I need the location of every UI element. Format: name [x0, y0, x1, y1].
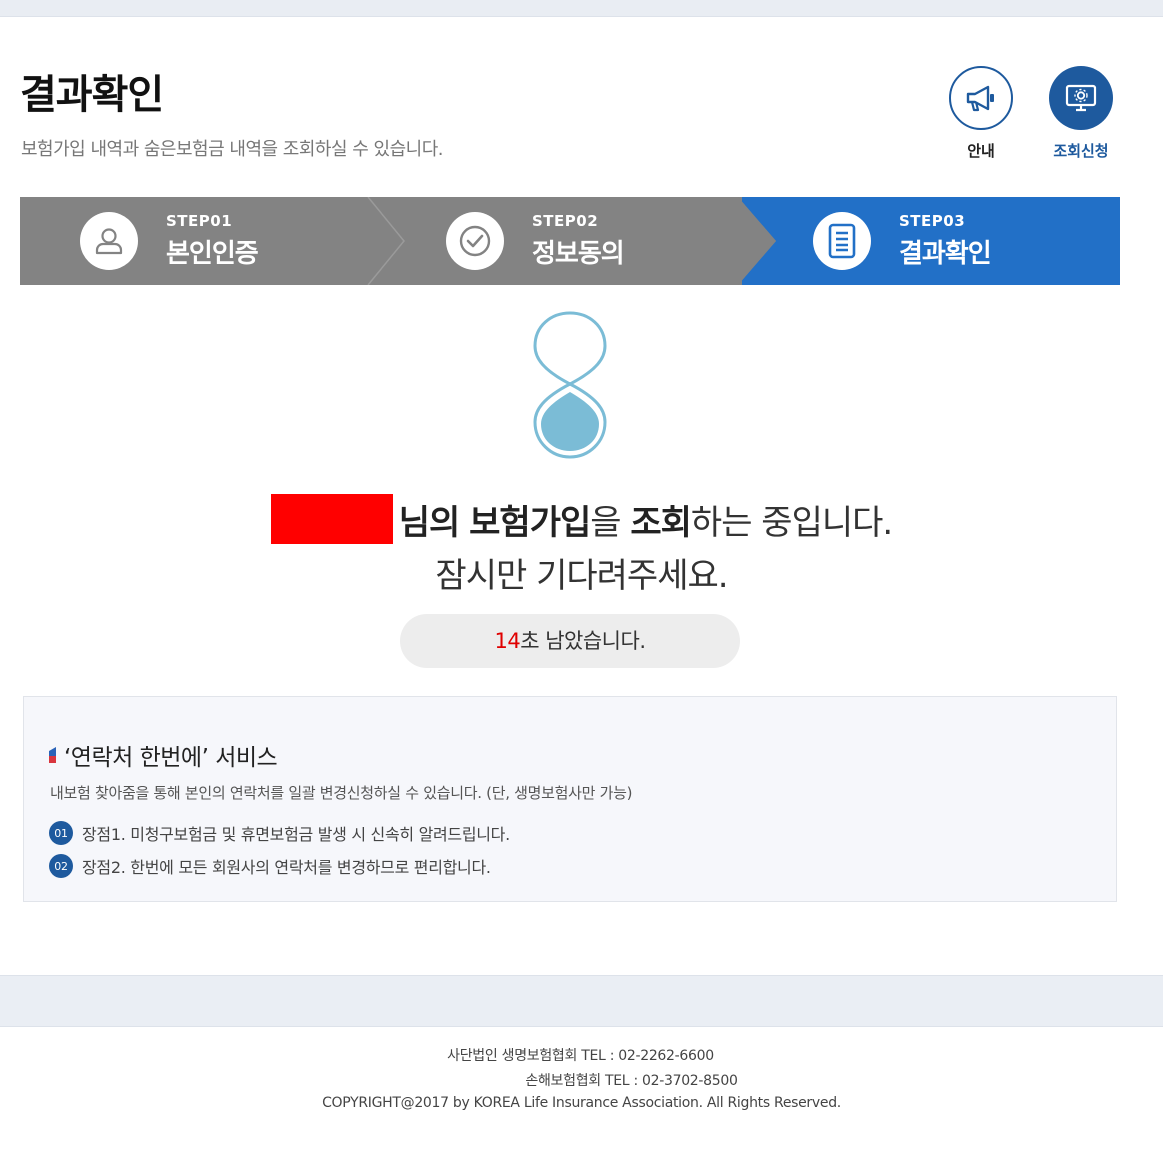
benefit-item: 02 장점2. 한번에 모든 회원사의 연락처를 변경하므로 편리합니다.	[49, 854, 491, 878]
footer-nonlife-insurance-contact: 손해보험협회 TEL : 02-3702-8500	[525, 1073, 738, 1089]
step-number: STEP03	[899, 212, 966, 230]
step-name: 정보동의	[532, 239, 625, 269]
top-bar	[0, 0, 1163, 17]
inquiry-status-message: 님의 보험가입 을 조회 하는 중입니다. 잠시만 기다려주세요.	[0, 494, 1163, 597]
step-result-confirmation: STEP03 결과확인	[813, 197, 992, 285]
benefit-item: 01 장점1. 미청구보험금 및 휴면보험금 발생 시 신속히 알려드립니다.	[49, 821, 510, 845]
redacted-user-name	[270, 494, 393, 544]
countdown-timer: 14초 남았습니다.	[400, 614, 740, 668]
benefit-text: 장점1. 미청구보험금 및 휴면보험금 발생 시 신속히 알려드립니다.	[82, 825, 510, 844]
service-title-text: ‘연락처 한번에’ 서비스	[64, 745, 278, 771]
status-in-progress: 하는 중입니다.	[690, 503, 893, 543]
page-description: 보험가입 내역과 숨은보험금 내역을 조회하실 수 있습니다.	[21, 139, 444, 160]
footer-band	[0, 975, 1163, 1027]
status-inquiry: 조회	[630, 503, 692, 543]
timer-suffix: 초 남았습니다.	[520, 629, 646, 653]
info-button[interactable]: 안내	[949, 66, 1013, 161]
user-icon	[80, 212, 138, 270]
timer-seconds: 14	[494, 629, 521, 653]
benefit-number-badge: 02	[49, 854, 73, 878]
contact-service-box: ‘연락처 한번에’ 서비스 내보험 찾아줌을 통해 본인의 연락처를 일괄 변경…	[23, 696, 1117, 902]
step-information-consent: STEP02 정보동의	[446, 197, 625, 285]
page-title: 결과확인	[20, 72, 164, 118]
status-insurance-join: 보험가입	[469, 503, 591, 543]
info-label: 안내	[967, 142, 995, 160]
service-description: 내보험 찾아줌을 통해 본인의 연락처를 일괄 변경신청하실 수 있습니다. (…	[50, 784, 633, 802]
inquiry-apply-label: 조회신청	[1053, 142, 1109, 160]
hourglass-icon	[533, 311, 607, 459]
flag-icon	[49, 747, 56, 763]
megaphone-icon	[949, 66, 1013, 130]
status-particle: 을	[590, 503, 621, 543]
service-title: ‘연락처 한번에’ 서비스	[49, 738, 278, 772]
footer-life-insurance-contact: 사단법인 생명보험협회 TEL : 02-2262-6600	[447, 1048, 714, 1064]
benefit-number-badge: 01	[49, 821, 73, 845]
step-progress-bar: STEP01 본인인증 STEP02 정보동의 STEP03 결과확인	[20, 197, 1120, 285]
name-suffix: 님의	[398, 503, 461, 543]
step-name: 결과확인	[899, 239, 992, 269]
step-identity-verification: STEP01 본인인증	[80, 197, 259, 285]
step-name: 본인인증	[166, 239, 259, 269]
step-number: STEP01	[166, 212, 233, 230]
document-icon	[813, 212, 871, 270]
step-number: STEP02	[532, 212, 599, 230]
inquiry-apply-button[interactable]: 조회신청	[1049, 66, 1113, 161]
status-please-wait: 잠시만 기다려주세요.	[435, 556, 728, 596]
monitor-icon	[1049, 66, 1113, 130]
footer-copyright: COPYRIGHT@2017 by KOREA Life Insurance A…	[322, 1095, 841, 1111]
benefit-text: 장점2. 한번에 모든 회원사의 연락처를 변경하므로 편리합니다.	[82, 858, 491, 877]
check-circle-icon	[446, 212, 504, 270]
